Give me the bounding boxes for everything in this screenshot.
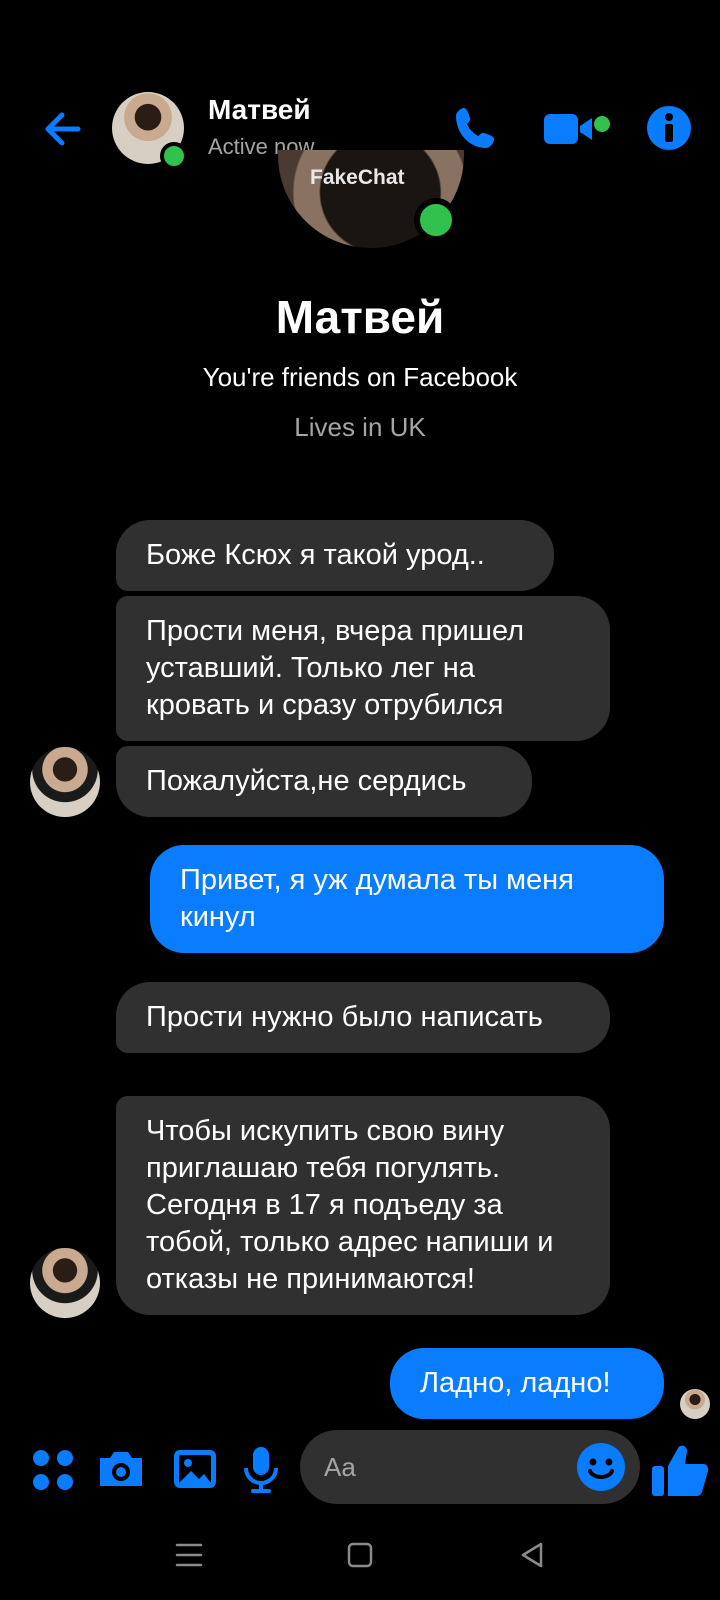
message-input-box[interactable] xyxy=(300,1430,640,1504)
phone-icon[interactable] xyxy=(450,102,502,154)
contact-avatar-small[interactable] xyxy=(30,1248,100,1318)
profile-photo xyxy=(278,150,464,250)
microphone-icon[interactable] xyxy=(236,1444,286,1494)
video-camera-icon[interactable] xyxy=(544,106,610,152)
back-arrow-icon[interactable] xyxy=(38,104,88,154)
message-composer xyxy=(0,1430,720,1510)
contact-name[interactable]: Матвей xyxy=(208,94,311,126)
seen-avatar xyxy=(680,1389,710,1419)
home-icon[interactable] xyxy=(343,1538,377,1572)
image-icon[interactable] xyxy=(170,1444,220,1494)
message-bubble-incoming[interactable]: Прости нужно было написать xyxy=(116,982,610,1053)
camera-icon[interactable] xyxy=(96,1444,146,1494)
online-indicator xyxy=(414,198,458,242)
message-input[interactable] xyxy=(324,1430,554,1504)
message-bubble-outgoing[interactable]: Привет, я уж думала ты меня кинул xyxy=(150,845,664,953)
smiley-icon[interactable] xyxy=(576,1442,626,1492)
lives-text: Lives in UK xyxy=(294,412,426,442)
friends-text: You're friends on Facebook xyxy=(202,362,518,392)
info-icon[interactable] xyxy=(643,102,695,154)
message-bubble-incoming[interactable]: Чтобы искупить свою вину приглашаю тебя … xyxy=(116,1096,610,1315)
profile-name: Матвей xyxy=(275,291,445,343)
contact-avatar[interactable] xyxy=(112,92,188,170)
online-indicator xyxy=(160,142,188,170)
watermark: FakeChat xyxy=(310,166,405,189)
message-bubble-incoming[interactable]: Прости меня, вчера пришел уставший. Толь… xyxy=(116,596,610,741)
menu-icon[interactable] xyxy=(172,1538,206,1572)
four-dots-icon[interactable] xyxy=(28,1444,78,1494)
contact-avatar-small[interactable] xyxy=(30,747,100,817)
system-navigation-bar xyxy=(0,1526,720,1586)
message-bubble-incoming[interactable]: Пожалуйста,не сердись xyxy=(116,746,532,817)
message-bubble-incoming[interactable]: Боже Ксюх я такой урод.. xyxy=(116,520,554,591)
back-triangle-icon[interactable] xyxy=(515,1538,549,1572)
thumbs-up-icon[interactable] xyxy=(650,1438,712,1500)
message-bubble-outgoing[interactable]: Ладно, ладно! xyxy=(390,1348,664,1419)
